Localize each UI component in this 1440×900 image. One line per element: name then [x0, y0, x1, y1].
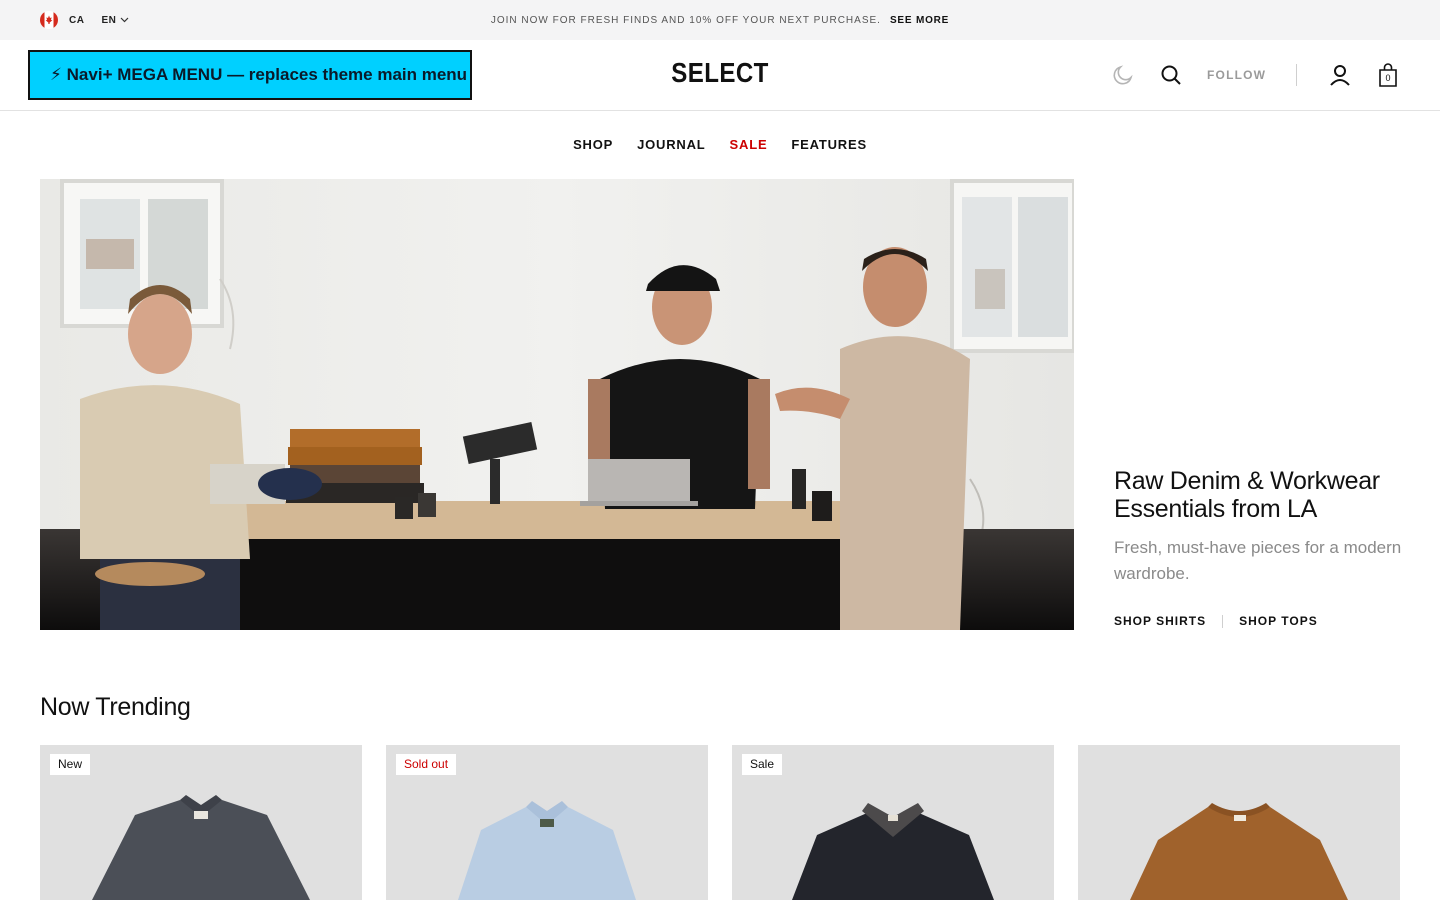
nav-item-journal[interactable]: JOURNAL — [637, 137, 705, 152]
hero-image[interactable] — [40, 179, 1074, 630]
site-header: ⚡ Navi+ MEGA MENU — replaces theme main … — [0, 40, 1440, 111]
moon-icon[interactable] — [1110, 62, 1136, 88]
locale-selector[interactable]: CA EN — [40, 11, 129, 29]
product-card[interactable]: Sale — [732, 745, 1054, 900]
language-code: EN — [101, 14, 117, 26]
announcement: JOIN NOW FOR FRESH FINDS AND 10% OFF YOU… — [0, 0, 1440, 40]
product-image — [1130, 803, 1348, 900]
search-icon[interactable] — [1158, 62, 1184, 88]
nav-item-shop[interactable]: SHOP — [573, 137, 613, 152]
nav-item-sale[interactable]: SALE — [730, 137, 768, 152]
product-card[interactable]: Sold out — [386, 745, 708, 900]
cart-count: 0 — [1385, 73, 1391, 83]
product-badge: New — [50, 754, 91, 775]
product-card[interactable] — [1078, 745, 1400, 900]
main-nav: SHOP JOURNAL SALE FEATURES — [0, 137, 1440, 152]
cart-icon[interactable]: 0 — [1375, 62, 1401, 88]
product-badge: Sold out — [396, 754, 457, 775]
see-more-link[interactable]: SEE MORE — [890, 15, 949, 26]
nav-item-features[interactable]: FEATURES — [791, 137, 867, 152]
canada-flag-icon — [40, 11, 58, 29]
country-code[interactable]: CA — [69, 15, 84, 26]
product-card[interactable]: New — [40, 745, 362, 900]
header-divider — [1296, 64, 1297, 86]
hero-title: Raw Denim & Workwear Essentials from LA — [1114, 467, 1380, 523]
shop-tops-link[interactable]: SHOP TOPS — [1239, 614, 1318, 628]
account-icon[interactable] — [1327, 62, 1353, 88]
announcement-bar: JOIN NOW FOR FRESH FINDS AND 10% OFF YOU… — [0, 0, 1440, 40]
announcement-text: JOIN NOW FOR FRESH FINDS AND 10% OFF YOU… — [490, 14, 881, 26]
hero-links: SHOP SHIRTS SHOP TOPS — [1114, 614, 1318, 628]
shop-shirts-link[interactable]: SHOP SHIRTS — [1114, 614, 1206, 628]
hero-copy: Raw Denim & Workwear Essentials from LA … — [1114, 467, 1414, 587]
site-logo[interactable]: SELECT — [651, 57, 789, 89]
product-badge: Sale — [742, 754, 783, 775]
follow-link[interactable]: FOLLOW — [1207, 68, 1266, 82]
mega-menu-button[interactable]: ⚡ Navi+ MEGA MENU — replaces theme main … — [28, 50, 472, 100]
hero-subtitle: Fresh, must-have pieces for a modern war… — [1114, 538, 1402, 583]
hero-link-divider — [1222, 614, 1224, 628]
language-selector[interactable]: EN — [101, 15, 129, 26]
chevron-down-icon — [120, 17, 129, 23]
section-title: Now Trending — [40, 693, 191, 721]
